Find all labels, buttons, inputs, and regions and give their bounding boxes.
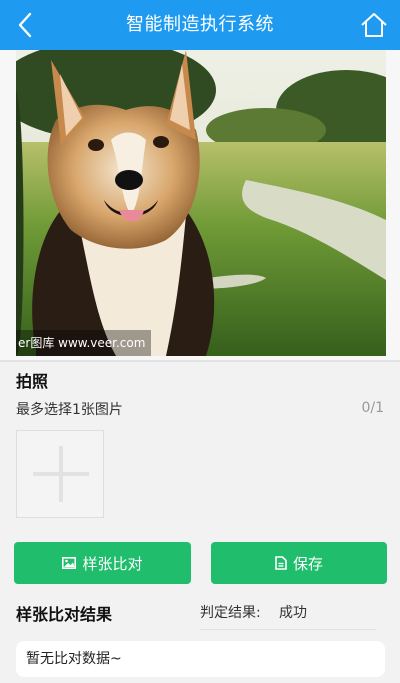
result-section-title: 样张比对结果	[16, 605, 113, 624]
image-icon	[62, 557, 77, 569]
photo-watermark: er图库 www.veer.com	[16, 330, 152, 356]
save-button-label: 保存	[292, 554, 323, 573]
captured-photo[interactable]: er图库 www.veer.com	[16, 50, 386, 356]
home-icon	[361, 13, 387, 37]
compare-sample-button[interactable]: 样张比对	[14, 542, 191, 584]
title-bar: 智能制造执行系统	[0, 0, 400, 50]
back-button[interactable]	[10, 9, 40, 41]
compare-button-label: 样张比对	[82, 554, 143, 573]
result-divider	[200, 629, 376, 630]
pick-limit-hint: 最多选择1张图片	[16, 402, 123, 418]
photo-area: er图库 www.veer.com	[0, 50, 400, 362]
section-divider	[0, 360, 400, 362]
empty-result-message: 暂无比对数据~	[16, 641, 385, 677]
page-title: 智能制造执行系统	[126, 14, 274, 35]
dog-photo-image	[16, 50, 386, 356]
pick-count: 0/1	[361, 400, 384, 416]
judge-result-value: 成功	[279, 605, 307, 621]
home-button[interactable]	[358, 9, 390, 41]
document-icon	[275, 556, 287, 570]
judge-result-label: 判定结果:	[200, 605, 261, 621]
photo-section-title: 拍照	[16, 372, 49, 391]
chevron-left-icon	[18, 12, 32, 38]
add-image-button[interactable]	[16, 430, 104, 518]
save-button[interactable]: 保存	[211, 542, 387, 584]
